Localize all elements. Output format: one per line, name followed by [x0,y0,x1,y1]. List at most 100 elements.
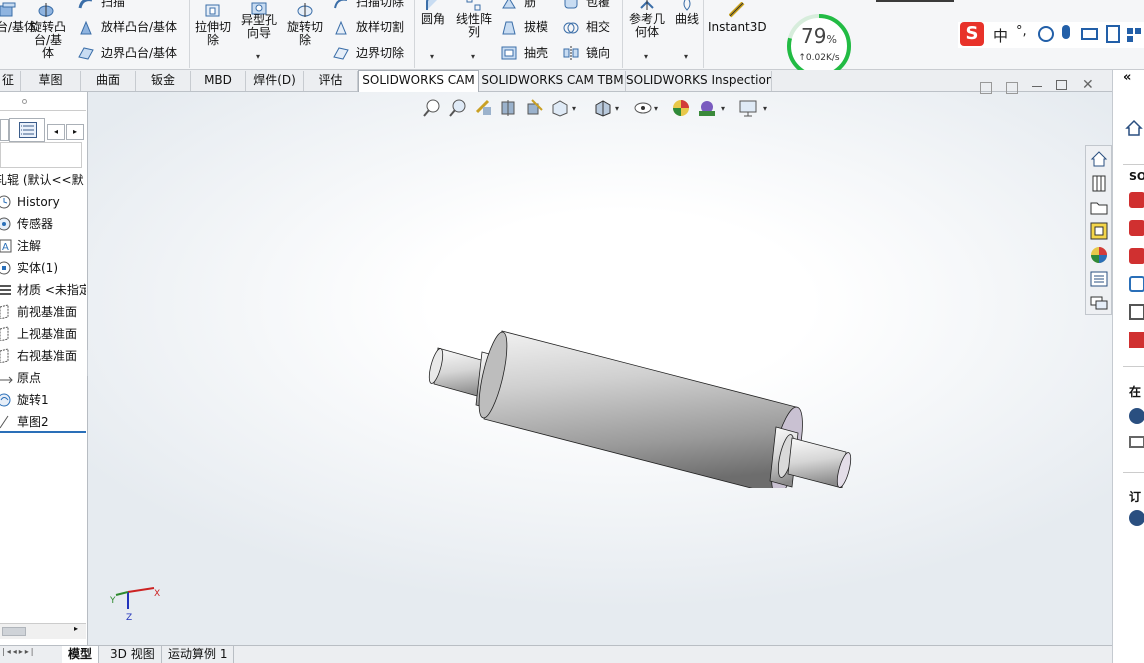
tab-3d-views[interactable]: 3D 视图 [104,646,162,663]
instant3d-label[interactable]: Instant3D [708,21,767,34]
tree-item-sketch2[interactable]: 草图2 [0,411,86,433]
mirror-label[interactable]: 镜向 [586,45,610,61]
wrap-label[interactable]: 包覆 [586,0,610,10]
tree-item-front-plane[interactable]: 前视基准面 [0,301,86,323]
forum-icon[interactable] [1089,293,1109,313]
keyboard-icon[interactable] [1081,28,1098,40]
hole-wizard-label[interactable]: 异型孔向导 [239,14,279,40]
tile-right-icon[interactable] [1006,82,1018,94]
hide-show-dropdown-icon[interactable]: ▾ [654,104,658,113]
scrollbar-thumb[interactable] [2,627,26,636]
roller-part-model[interactable] [424,328,864,488]
intersect-label[interactable]: 相交 [586,19,610,35]
fillet-label[interactable]: 圆角 [418,13,448,26]
sogou-logo-icon[interactable]: S [960,22,984,46]
tab-solidworks-cam[interactable]: SOLIDWORKS CAM [358,70,479,92]
appearances-icon[interactable] [1089,245,1109,265]
pane-collapse-icon[interactable]: « [1123,70,1131,85]
boss-extrude-icon[interactable] [0,2,16,18]
boundary-cut-icon[interactable] [333,45,349,61]
panel-splitter-handle[interactable] [22,99,27,104]
ref-geometry-dropdown-icon[interactable]: ▾ [644,52,648,61]
tab-feature-manager[interactable] [0,119,9,141]
revolve-boss-label[interactable]: 旋转凸台/基体 [28,21,68,60]
revolve-cut-label[interactable]: 旋转切除 [285,21,325,47]
horizontal-scrollbar[interactable]: ▸ [0,623,86,639]
tab-evaluate[interactable]: 评估 [304,71,358,91]
tab-sketch[interactable]: 草图 [21,71,81,91]
extrude-cut-icon[interactable] [205,2,221,18]
hole-wizard-dropdown-icon[interactable]: ▾ [256,52,260,61]
ime-menu-icon[interactable] [1126,27,1142,43]
tree-item-history[interactable]: History [0,191,86,213]
rib-icon[interactable] [501,0,517,10]
solidworks-resources-icon[interactable] [1089,149,1109,169]
view-settings-icon[interactable] [738,98,758,118]
swept-cut-icon[interactable] [333,0,349,10]
sw-resource-icon-6[interactable] [1129,332,1144,348]
tree-item-revolve1[interactable]: 旋转1 [0,389,86,411]
tab-property-manager[interactable] [9,118,45,142]
scroll-right-arrow[interactable]: ▸ [74,624,78,633]
sw-resource-icon-5[interactable] [1129,304,1144,320]
boundary-cut-label[interactable]: 边界切除 [356,45,404,61]
tree-item-origin[interactable]: 原点 [0,367,86,389]
rib-label[interactable]: 筋 [524,0,536,10]
wrap-icon[interactable] [563,0,579,10]
revolve-cut-icon[interactable] [297,2,313,18]
loft-cut-label[interactable]: 放样切割 [356,19,404,35]
tree-root-part[interactable]: 轧辊 (默认<<默 [0,169,86,191]
edit-appearance-icon[interactable] [671,98,691,118]
display-style-dropdown-icon[interactable]: ▾ [615,104,619,113]
tab-features[interactable]: 征 [0,71,21,91]
boss-extrude-label[interactable]: 凸台/基体 [0,21,36,34]
sw-resource-icon-2[interactable] [1129,220,1144,236]
tab-surfaces[interactable]: 曲面 [81,71,136,91]
hide-show-items-icon[interactable] [633,98,653,118]
community-icon[interactable] [1129,408,1144,424]
swept-cut-label[interactable]: 扫描切除 [356,0,404,10]
fillet-dropdown-icon[interactable]: ▾ [430,52,434,61]
curves-dropdown-icon[interactable]: ▾ [684,52,688,61]
sweep-label[interactable]: 扫描 [101,0,125,10]
tree-filter-box[interactable] [0,142,82,168]
tree-item-sensors[interactable]: 传感器 [0,213,86,235]
ref-geometry-icon[interactable] [639,0,655,12]
sweep-icon[interactable] [78,0,94,10]
shell-label[interactable]: 抽壳 [524,45,548,61]
tab-solidworks-cam-tbm[interactable]: SOLIDWORKS CAM TBM [480,71,626,91]
zoom-to-area-icon[interactable] [448,98,468,118]
ime-punctuation-toggle[interactable]: °, [1016,24,1027,39]
tab-mbd[interactable]: MBD [191,71,246,91]
display-style-icon[interactable] [593,98,613,118]
curves-label[interactable]: 曲线 [672,13,702,26]
home-icon[interactable] [1125,119,1143,137]
dynamic-annotation-icon[interactable] [526,98,546,118]
zoom-to-fit-icon[interactable] [422,98,442,118]
graphics-area[interactable]: ▾ ▾ ▾ ▾ ▾ ✕ X Y Z [88,77,1112,647]
loft-boss-label[interactable]: 放样凸台/基体 [101,19,177,35]
loft-cut-icon[interactable] [333,20,349,36]
mirror-icon[interactable] [563,45,579,61]
tree-item-annotations[interactable]: A 注解 [0,235,86,257]
tree-item-right-plane[interactable]: 右视基准面 [0,345,86,367]
tree-item-top-plane[interactable]: 上视基准面 [0,323,86,345]
revolve-boss-icon[interactable] [38,2,54,18]
emoji-icon[interactable] [1038,26,1054,42]
linear-pattern-icon[interactable] [466,0,482,12]
tree-item-solid-bodies[interactable]: 实体(1) [0,257,86,279]
intersect-icon[interactable] [563,20,579,36]
shell-icon[interactable] [501,45,517,61]
tile-left-icon[interactable] [980,82,992,94]
file-explorer-icon[interactable] [1089,197,1109,217]
tab-motion-study[interactable]: 运动算例 1 [162,646,235,663]
loft-boss-icon[interactable] [78,20,94,36]
view-orientation-dropdown-icon[interactable]: ▾ [572,104,576,113]
instant3d-icon[interactable] [728,1,745,18]
tree-item-material[interactable]: 材质 <未指定 [0,279,86,301]
extrude-cut-label[interactable]: 拉伸切除 [193,21,233,47]
sw-resource-icon-4[interactable] [1129,276,1144,292]
tab-model[interactable]: 模型 [62,646,100,663]
tab-sheet-metal[interactable]: 钣金 [136,71,191,91]
ime-language-toggle[interactable]: 中 [993,25,1008,46]
